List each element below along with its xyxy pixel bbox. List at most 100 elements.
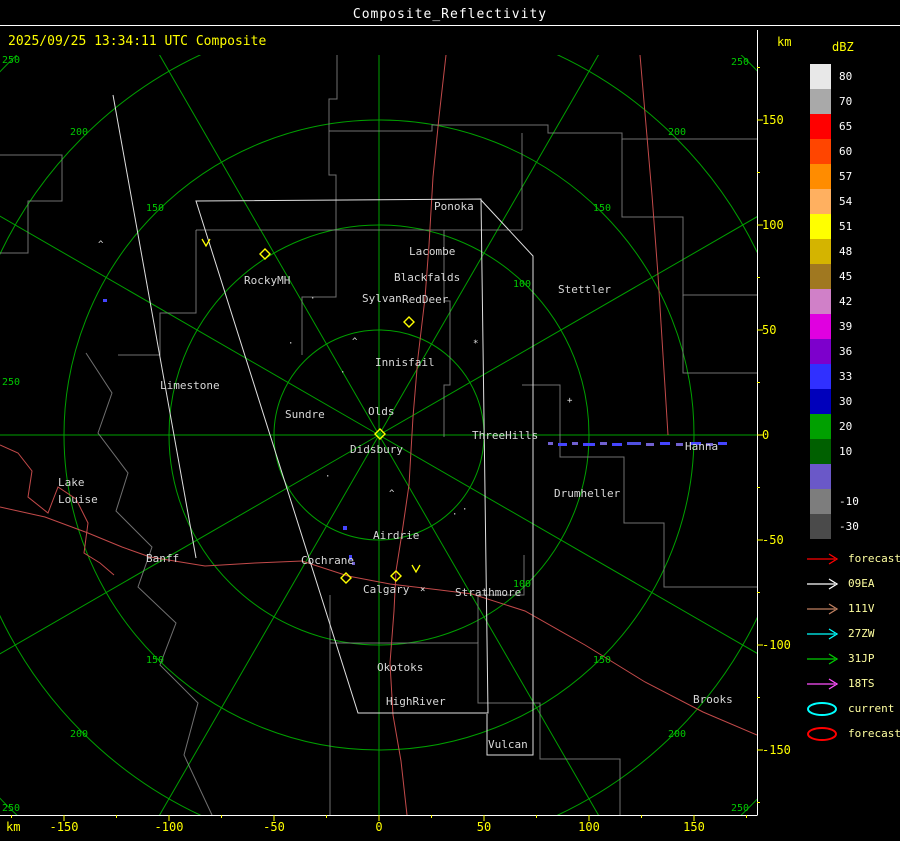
dbz-swatch [810,414,831,439]
station-marker-icon: * [473,339,478,349]
dbz-scale-entry: 51 [810,214,859,239]
city-label: ThreeHills [472,429,538,442]
bottom-axis-unit: km [6,820,21,834]
dbz-value-label: 48 [839,245,853,258]
radar-app-window: Composite_Reflectivity 2025/09/25 13:34:… [0,0,900,841]
legend-item: 09EA [806,571,900,596]
dbz-scale-entry: 65 [810,114,859,139]
dbz-scale-entry: -30 [810,514,859,539]
city-label: Drumheller [554,487,621,500]
dbz-scale-entry: -10 [810,489,859,514]
bottom-axis-tick-label: -50 [263,820,285,834]
station-marker-icon: ^ [352,337,358,347]
city-label: Stettler [558,283,611,296]
svg-text:250: 250 [2,377,20,388]
legend-item-label: forecast [848,552,900,565]
dbz-value-label: -10 [839,495,859,508]
legend-item-label: 31JP [848,652,875,665]
city-label: Airdrie [373,529,419,542]
city-label: Sylvan [362,292,402,305]
city-label: Strathmore [455,586,521,599]
bottom-axis-tick-label: 150 [683,820,705,834]
forecast-arrow-icon [807,552,839,565]
dbz-value-label: 80 [839,70,853,83]
dbz-value-label: 45 [839,270,853,283]
dbz-value-label: 42 [839,295,853,308]
city-label: Lacombe [409,245,455,258]
dbz-value-label: 51 [839,220,853,233]
radar-site-diamond-icon [403,316,415,328]
legend-item: 31JP [806,646,900,671]
dbz-scale-entry: 30 [810,389,859,414]
station-marker-icon: · [462,505,467,515]
timestamp: 2025/09/25 13:34:11 UTC Composite [8,34,267,49]
station-marker-icon: · [340,368,345,378]
color-scale-unit: dBZ [832,40,854,54]
dbz-scale-entry: 33 [810,364,859,389]
bottom-axis-tick-label: 0 [375,820,383,834]
dbz-scale-entry: 60 [810,139,859,164]
legend-item: 27ZW [806,621,900,646]
18TS-arrow-icon [807,677,839,690]
legend-item-label: 09EA [848,577,875,590]
city-label: Louise [58,493,98,506]
city-label: Ponoka [434,200,474,213]
svg-text:200: 200 [668,729,686,740]
legend-item-label: forecast [848,727,900,740]
svg-text:150: 150 [593,655,611,666]
legend-item: forecast [806,721,900,746]
bottom-axis-tick-label: -150 [49,820,79,834]
dbz-value-label: 10 [839,445,853,458]
legend-item-label: current [848,702,895,715]
current-ellipse-icon [807,701,837,716]
city-label: Okotoks [377,661,423,674]
city-label: Olds [368,405,395,418]
dbz-swatch [810,214,831,239]
dbz-value-label: 39 [839,320,853,333]
city-label: Innisfail [375,356,435,369]
radar-site-diamond-icon [259,248,271,260]
dbz-swatch [810,464,831,489]
dbz-swatch [810,64,831,89]
111V-arrow-icon [807,602,839,615]
dbz-scale-entry: 20 [810,414,859,439]
city-label: HighRiver [386,695,446,708]
station-marker-icon: · [452,510,457,520]
legend-item-label: 111V [848,602,875,615]
dbz-swatch [810,439,831,464]
dbz-scale-entry: 48 [810,239,859,264]
city-label: Banff [146,552,179,565]
31JP-arrow-icon [807,652,839,665]
dbz-swatch [810,489,831,514]
legend-item-label: 27ZW [848,627,875,640]
dbz-scale-entry: 42 [810,289,859,314]
range-ring-grid [0,55,757,815]
dbz-swatch [810,514,831,539]
legend-item: 111V [806,596,900,621]
dbz-value-label: 57 [839,170,853,183]
city-label: Cochrane [301,554,354,567]
svg-text:150: 150 [146,655,164,666]
svg-text:200: 200 [70,127,88,138]
dbz-scale-entry: 36 [810,339,859,364]
dbz-scale-entry: 80 [810,64,859,89]
svg-text:200: 200 [668,127,686,138]
svg-text:200: 200 [70,729,88,740]
right-axis-tick-label: 100 [762,218,784,232]
dbz-scale-entry: 54 [810,189,859,214]
station-marker-icon: + [567,396,573,406]
wind-arrow-icon [411,564,421,574]
city-label: Blackfalds [394,271,460,284]
dbz-swatch [810,364,831,389]
city-label: Hanna [685,440,718,453]
dbz-swatch [810,389,831,414]
bottom-axis-tick-label: 100 [578,820,600,834]
dbz-swatch [810,289,831,314]
svg-text:150: 150 [146,203,164,214]
station-marker-icon: × [420,585,425,595]
dbz-value-label: 33 [839,370,853,383]
dbz-value-label: -30 [839,520,859,533]
station-marker-icon: ^ [98,240,104,250]
dbz-swatch [810,89,831,114]
station-marker-icon: · [310,294,315,304]
